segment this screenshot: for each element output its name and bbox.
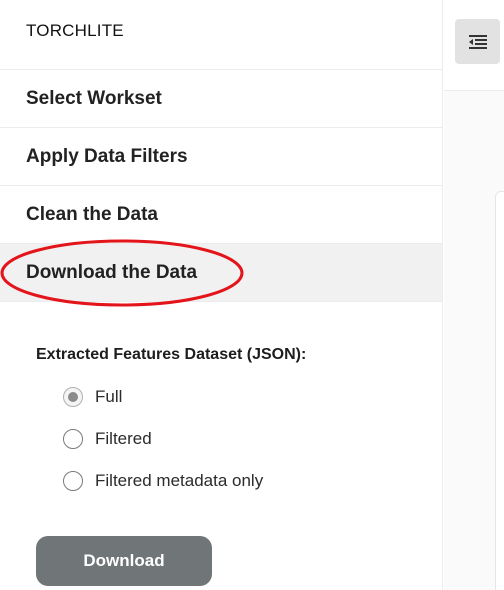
radio-button[interactable] bbox=[63, 387, 83, 407]
sidebar-toggle-button[interactable] bbox=[455, 19, 500, 64]
radio-label: Filtered bbox=[95, 429, 152, 448]
nav-item-apply-data-filters[interactable]: Apply Data Filters bbox=[0, 128, 442, 186]
main-area bbox=[444, 0, 504, 590]
menu-collapse-icon bbox=[468, 34, 487, 49]
radio-option-filtered[interactable]: Filtered bbox=[36, 418, 442, 460]
nav-item-label: Select Workset bbox=[26, 88, 162, 109]
radio-label: Filtered metadata only bbox=[95, 471, 264, 490]
nav-item-download-the-data[interactable]: Download the Data bbox=[0, 239, 442, 307]
download-button[interactable]: Download bbox=[36, 536, 212, 586]
top-bar bbox=[444, 0, 504, 91]
nav-item-label: Apply Data Filters bbox=[26, 146, 188, 167]
nav-item-label: Clean the Data bbox=[26, 204, 158, 225]
nav-item-label: Download the Data bbox=[26, 262, 198, 283]
brand-title: TORCHLITE bbox=[0, 0, 442, 70]
download-panel: Extracted Features Dataset (JSON): Full … bbox=[0, 302, 442, 586]
radio-button[interactable] bbox=[63, 429, 83, 449]
radio-button[interactable] bbox=[63, 471, 83, 491]
radio-option-filtered-metadata-only[interactable]: Filtered metadata only bbox=[36, 460, 442, 502]
nav-item-select-workset[interactable]: Select Workset bbox=[0, 70, 442, 128]
content-card bbox=[495, 191, 504, 590]
radio-option-full[interactable]: Full bbox=[36, 376, 442, 418]
radio-dot bbox=[68, 392, 78, 402]
app-root: TORCHLITE Select Workset Apply Data Filt… bbox=[0, 0, 504, 590]
sidebar: TORCHLITE Select Workset Apply Data Filt… bbox=[0, 0, 443, 590]
nav-item-clean-the-data[interactable]: Clean the Data bbox=[0, 186, 442, 244]
radio-label: Full bbox=[95, 387, 123, 406]
dataset-format-label: Extracted Features Dataset (JSON): bbox=[36, 346, 307, 363]
